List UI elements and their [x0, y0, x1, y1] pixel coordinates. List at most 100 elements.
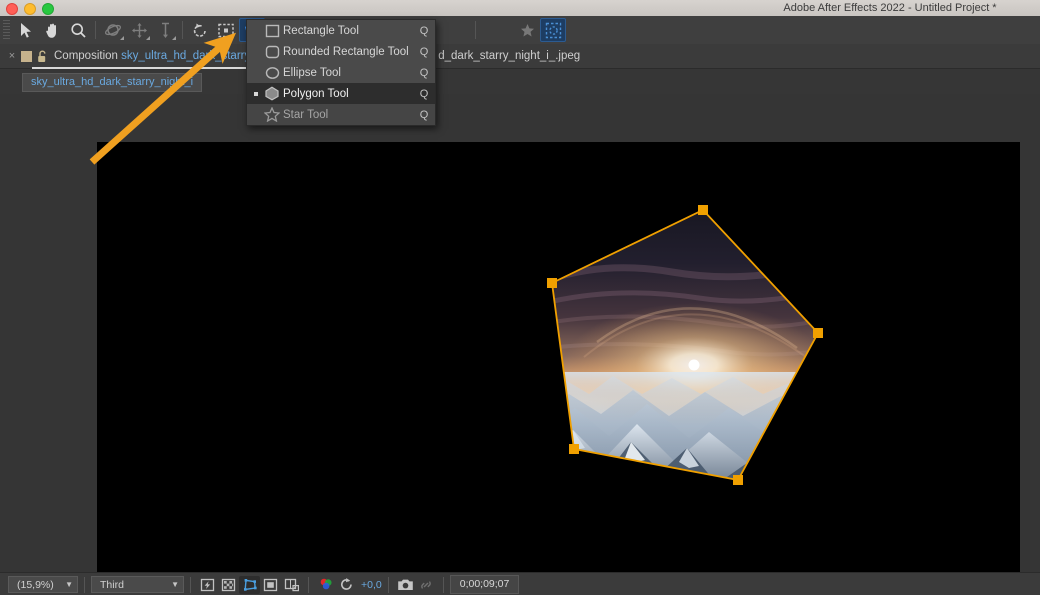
menu-item-polygon-tool[interactable]: Polygon Tool Q — [247, 83, 435, 104]
hand-icon — [44, 22, 61, 39]
status-separator — [443, 577, 444, 593]
fast-preview-button[interactable] — [197, 576, 218, 594]
window-title-text: Adobe After Effects 2022 - Untitled Proj… — [783, 0, 996, 16]
composition-panel: × Composition sky_ultra_hd_dark_starry d… — [0, 44, 1040, 572]
masked-artwork — [97, 142, 1020, 572]
reset-exposure-icon — [339, 577, 354, 592]
chevron-down-icon: ▼ — [171, 580, 179, 589]
take-snapshot-button[interactable] — [395, 576, 416, 594]
show-snapshot-button[interactable] — [416, 576, 437, 594]
roto-brush-icon — [545, 22, 562, 39]
canvas-background — [97, 142, 1020, 572]
menu-item-rounded-rectangle-tool[interactable]: Rounded Rectangle Tool Q — [247, 41, 435, 62]
roi-rect-icon — [263, 578, 278, 592]
zoom-level-value: (15,9%) — [17, 579, 54, 591]
selection-tool-button[interactable] — [13, 18, 39, 42]
hand-tool-button[interactable] — [39, 18, 65, 42]
menu-item-shortcut: Q — [413, 67, 435, 79]
menu-item-shortcut: Q — [413, 46, 435, 58]
exposure-value[interactable]: +0,0 — [361, 579, 382, 591]
resolution-dropdown[interactable]: Third ▼ — [91, 576, 184, 593]
checkerboard-icon — [221, 578, 236, 592]
after-effects-window: Adobe After Effects 2022 - Untitled Proj… — [0, 0, 1040, 595]
status-separator — [190, 577, 191, 593]
menu-item-shortcut: Q — [413, 109, 435, 121]
menu-item-label: Star Tool — [283, 109, 413, 121]
camera-icon — [397, 578, 414, 592]
window-titlebar: Adobe After Effects 2022 - Untitled Proj… — [0, 0, 1040, 17]
channel-selector-button[interactable] — [315, 576, 336, 594]
resolution-value: Third — [100, 579, 124, 591]
zoom-tool-button[interactable] — [65, 18, 91, 42]
menu-item-label: Polygon Tool — [283, 88, 413, 100]
chain-link-icon — [418, 578, 434, 592]
orbit-tool-button[interactable] — [100, 18, 126, 42]
transparency-grid-button[interactable] — [218, 576, 239, 594]
composition-viewer[interactable] — [0, 94, 1040, 572]
toolbar-separator — [475, 21, 476, 39]
chevron-down-icon: ▼ — [65, 580, 73, 589]
rounded-rectangle-icon — [261, 45, 283, 59]
mask-path-icon — [242, 578, 258, 592]
star-tool-button[interactable] — [514, 18, 540, 42]
roto-brush-tool-button[interactable] — [540, 18, 566, 42]
tool-flyout-corner — [146, 36, 150, 40]
window-title: Adobe After Effects 2022 - Untitled Proj… — [0, 0, 1040, 16]
ellipse-icon — [261, 66, 283, 80]
star-icon — [261, 107, 283, 122]
zoom-level-dropdown[interactable]: (15,9%) ▼ — [8, 576, 78, 593]
unlocked-padlock-icon[interactable] — [37, 50, 48, 63]
menu-item-label: Ellipse Tool — [283, 67, 413, 79]
rotation-tool-button[interactable] — [187, 18, 213, 42]
menu-item-rectangle-tool[interactable]: Rectangle Tool Q — [247, 20, 435, 41]
guides-button[interactable] — [281, 576, 302, 594]
composition-tab-overflow: d_dark_starry_night_i_.jpeg — [438, 50, 580, 62]
toolbar-drag-handle[interactable] — [3, 20, 10, 40]
main-toolbar — [0, 16, 1040, 45]
status-separator — [388, 577, 389, 593]
tool-flyout-corner — [120, 36, 124, 40]
layer-tab-row: sky_ultra_hd_dark_starry_night_i — [0, 70, 1040, 94]
polygon-icon — [261, 86, 283, 101]
guides-icon — [284, 578, 300, 592]
region-of-interest-tool-button[interactable] — [213, 18, 239, 42]
composition-canvas[interactable] — [97, 142, 1020, 572]
composition-tab-bar: × Composition sky_ultra_hd_dark_starry d… — [0, 44, 1040, 69]
region-of-interest-button[interactable] — [260, 576, 281, 594]
menu-item-shortcut: Q — [413, 25, 435, 37]
composition-tab-name: sky_ultra_hd_dark_starry — [121, 50, 250, 62]
reset-exposure-button[interactable] — [336, 576, 357, 594]
star-icon — [520, 23, 535, 38]
pan-behind-tool-button[interactable] — [126, 18, 152, 42]
tool-flyout-corner — [172, 36, 176, 40]
layer-tab[interactable]: sky_ultra_hd_dark_starry_night_i — [22, 73, 202, 92]
mask-visibility-button[interactable] — [239, 576, 260, 594]
arrow-cursor-icon — [19, 22, 34, 39]
composition-tab-prefix: Composition — [54, 50, 121, 62]
dolly-icon — [158, 22, 173, 39]
composition-icon — [21, 51, 32, 62]
viewer-status-bar: (15,9%) ▼ Third ▼ — [0, 572, 1040, 595]
dolly-tool-button[interactable] — [152, 18, 178, 42]
marquee-icon — [217, 22, 235, 39]
menu-item-label: Rounded Rectangle Tool — [283, 46, 413, 58]
menu-item-shortcut: Q — [413, 88, 435, 100]
close-tab-button[interactable]: × — [4, 50, 20, 62]
fast-preview-icon — [200, 578, 215, 592]
menu-item-label: Rectangle Tool — [283, 25, 413, 37]
menu-item-star-tool[interactable]: Star Tool Q — [247, 104, 435, 125]
toolbar-separator — [95, 21, 96, 39]
status-separator — [308, 577, 309, 593]
status-separator — [84, 577, 85, 593]
menu-item-ellipse-tool[interactable]: Ellipse Tool Q — [247, 62, 435, 83]
move-arrows-icon — [131, 22, 148, 39]
rectangle-icon — [261, 24, 283, 38]
menu-bullet — [251, 92, 261, 96]
rotate-icon — [191, 22, 209, 39]
rgb-channels-icon — [318, 577, 334, 592]
composition-tab-title[interactable]: Composition sky_ultra_hd_dark_starry — [54, 50, 250, 62]
timecode-display[interactable]: 0;00;09;07 — [450, 575, 520, 594]
shape-tool-flyout-menu[interactable]: Rectangle Tool Q Rounded Rectangle Tool … — [246, 19, 436, 126]
toolbar-separator — [182, 21, 183, 39]
magnifier-icon — [70, 22, 87, 39]
